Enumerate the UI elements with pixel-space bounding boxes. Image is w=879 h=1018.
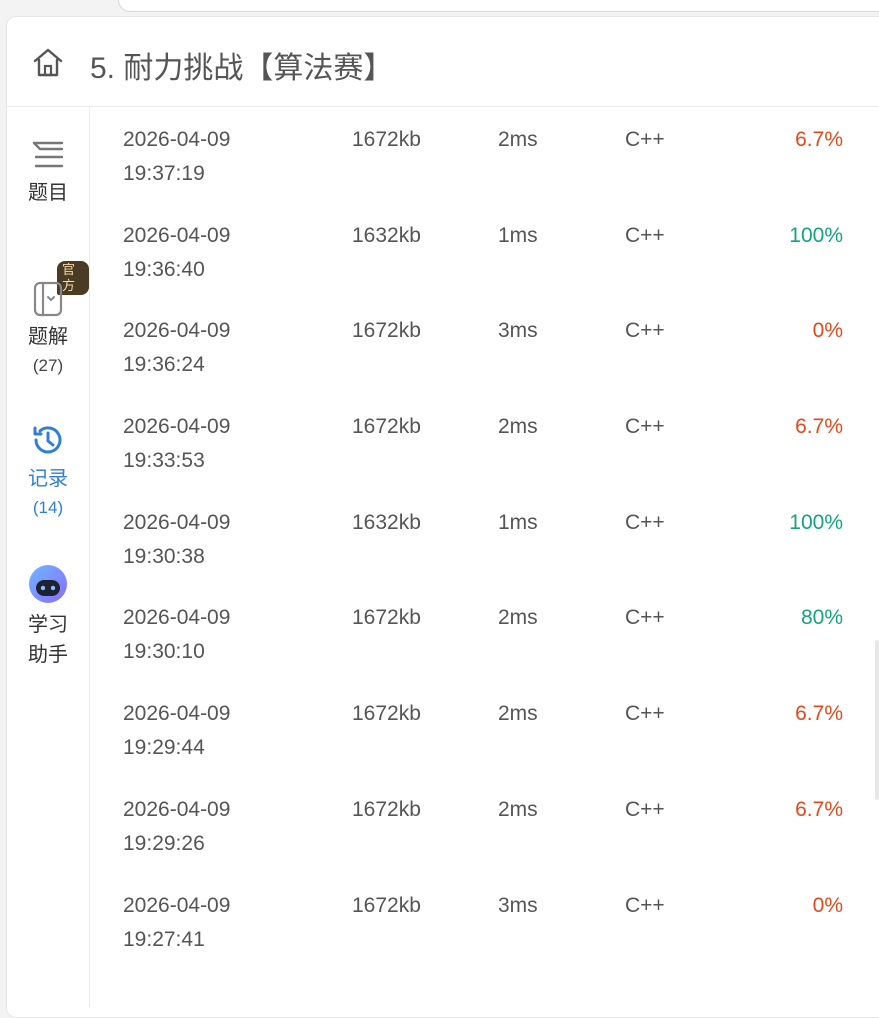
submit-date: 2026-04-09: [123, 510, 231, 534]
submit-time: 2026-04-09 19:30:38: [123, 506, 323, 574]
record-row[interactable]: 2026-04-09 19:30:10 1672kb 2ms C++ 80%: [123, 601, 863, 697]
sidebar-item-assistant[interactable]: 学习 助手: [7, 563, 89, 670]
language: C++: [625, 797, 665, 821]
submit-clock: 19:29:26: [123, 831, 205, 855]
submit-time: 2026-04-09 19:29:26: [123, 793, 323, 861]
memory-usage: 1632kb: [352, 223, 421, 247]
score[interactable]: 6.7%: [795, 410, 843, 444]
memory-usage: 1632kb: [352, 510, 421, 534]
panel-header: 5. 耐力挑战【算法赛】: [7, 17, 879, 107]
runtime: 1ms: [498, 223, 538, 247]
submit-time: 2026-04-09 19:37:19: [123, 123, 323, 191]
memory-usage: 1672kb: [352, 319, 421, 343]
submit-time: 2026-04-09 19:36:24: [123, 314, 323, 382]
runtime: 2ms: [498, 128, 538, 151]
submit-time: 2026-04-09 19:30:10: [123, 601, 323, 669]
memory-usage: 1672kb: [352, 893, 421, 917]
record-row[interactable]: 2026-04-09 19:29:44 1672kb 2ms C++ 6.7%: [123, 697, 863, 793]
runtime: 2ms: [498, 702, 538, 726]
memory-usage: 1672kb: [352, 702, 421, 726]
history-icon: [33, 426, 62, 454]
submit-time: 2026-04-09 19:29:44: [123, 697, 323, 765]
score[interactable]: 80%: [801, 601, 843, 635]
robot-icon: [29, 565, 67, 603]
submit-date: 2026-04-09: [123, 702, 231, 726]
search-input[interactable]: [118, 0, 879, 12]
submit-time: 2026-04-09 19:36:40: [123, 219, 323, 287]
submit-date: 2026-04-09: [123, 606, 231, 630]
sidebar: 题目 官方 题解 (27) 记录 (14) 学习 助手: [7, 107, 90, 1007]
list-icon: [32, 141, 64, 168]
submit-clock: 19:33:53: [123, 449, 205, 473]
problem-panel: 5. 耐力挑战【算法赛】 题目 官方 题解 (27) 记录 (14) 学习 助手…: [6, 16, 879, 1018]
record-row[interactable]: 2026-04-09 19:36:40 1632kb 1ms C++ 100%: [123, 219, 863, 315]
score[interactable]: 6.7%: [795, 697, 843, 731]
sidebar-item-solution[interactable]: 题解 (27): [7, 281, 89, 376]
memory-usage: 1672kb: [352, 415, 421, 439]
sidebar-item-label: 学习 助手: [28, 614, 68, 666]
language: C++: [625, 415, 665, 439]
runtime: 3ms: [498, 319, 538, 343]
submit-clock: 19:27:41: [123, 927, 205, 951]
record-row[interactable]: 2026-04-09 19:33:53 1672kb 2ms C++ 6.7%: [123, 410, 863, 506]
record-row[interactable]: 2026-04-09 19:30:38 1632kb 1ms C++ 100%: [123, 506, 863, 602]
record-row[interactable]: 2026-04-09 19:37:19 1672kb 2ms C++ 6.7%: [123, 123, 863, 219]
record-row[interactable]: 2026-04-09 19:36:24 1672kb 3ms C++ 0%: [123, 314, 863, 410]
sidebar-item-records[interactable]: 记录 (14): [7, 421, 89, 518]
record-row[interactable]: 2026-04-09 19:27:41 1672kb 3ms C++ 0%: [123, 889, 863, 985]
language: C++: [625, 606, 665, 630]
book-icon: [33, 281, 63, 317]
sidebar-item-label: 题目: [28, 182, 68, 204]
sidebar-item-label: 题解: [28, 326, 68, 348]
submit-date: 2026-04-09: [123, 319, 231, 343]
memory-usage: 1672kb: [352, 128, 421, 151]
submit-date: 2026-04-09: [123, 893, 231, 917]
page-title: 5. 耐力挑战【算法赛】: [90, 52, 394, 85]
submit-clock: 19:36:40: [123, 257, 205, 281]
scrollbar[interactable]: [875, 640, 879, 800]
home-icon[interactable]: [31, 45, 65, 79]
memory-usage: 1672kb: [352, 797, 421, 821]
submit-date: 2026-04-09: [123, 223, 231, 247]
runtime: 2ms: [498, 415, 538, 439]
submit-date: 2026-04-09: [123, 128, 231, 151]
runtime: 3ms: [498, 893, 538, 917]
score[interactable]: 100%: [789, 219, 843, 253]
sidebar-item-label: 记录: [28, 468, 68, 490]
submit-clock: 19:37:19: [123, 162, 205, 185]
score[interactable]: 6.7%: [795, 793, 843, 827]
score[interactable]: 100%: [789, 506, 843, 540]
language: C++: [625, 893, 665, 917]
language: C++: [625, 128, 665, 151]
language: C++: [625, 223, 665, 247]
language: C++: [625, 510, 665, 534]
records-list: 2026-04-09 19:37:19 1672kb 2ms C++ 6.7% 2026-0…: [123, 123, 863, 984]
submit-date: 2026-04-09: [123, 797, 231, 821]
submit-clock: 19:30:38: [123, 544, 205, 568]
submit-clock: 19:30:10: [123, 640, 205, 664]
records-count: (14): [32, 498, 64, 517]
submit-time: 2026-04-09 19:33:53: [123, 410, 323, 478]
sidebar-item-problem[interactable]: 题目: [7, 137, 89, 208]
runtime: 2ms: [498, 606, 538, 630]
language: C++: [625, 319, 665, 343]
submit-clock: 19:29:44: [123, 736, 205, 760]
memory-usage: 1672kb: [352, 606, 421, 630]
runtime: 1ms: [498, 510, 538, 534]
runtime: 2ms: [498, 797, 538, 821]
score[interactable]: 0%: [813, 889, 843, 923]
submit-time: 2026-04-09 19:27:41: [123, 889, 323, 957]
submit-date: 2026-04-09: [123, 415, 231, 439]
submit-clock: 19:36:24: [123, 353, 205, 377]
language: C++: [625, 702, 665, 726]
record-row[interactable]: 2026-04-09 19:29:26 1672kb 2ms C++ 6.7%: [123, 793, 863, 889]
score[interactable]: 0%: [813, 314, 843, 348]
solution-count: (27): [32, 356, 64, 375]
score[interactable]: 6.7%: [795, 123, 843, 157]
